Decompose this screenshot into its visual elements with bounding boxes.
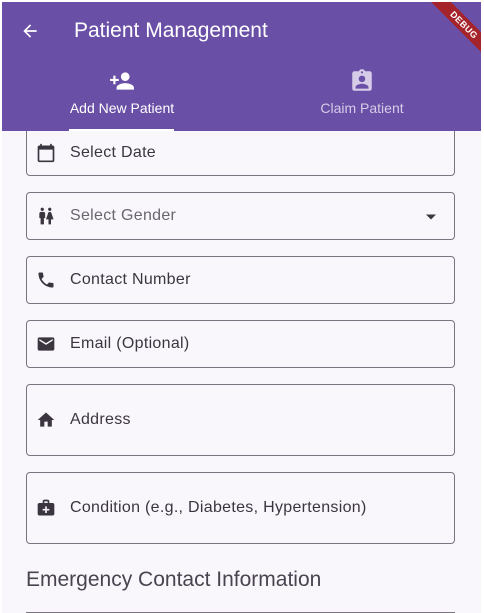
calendar-icon (36, 143, 56, 163)
app-screen: Patient Management DEBUG Add New Patient… (2, 2, 481, 613)
phone-icon (36, 270, 56, 290)
tab-claim-patient-label: Claim Patient (320, 100, 404, 116)
home-icon (36, 410, 56, 430)
address-label: Address (70, 411, 131, 428)
app-bar: Patient Management DEBUG Add New Patient… (2, 2, 481, 131)
medical-bag-icon (36, 498, 56, 518)
tab-indicator (69, 129, 174, 131)
tab-add-new-patient-label: Add New Patient (69, 100, 175, 116)
gender-dropdown[interactable]: Select Gender (26, 192, 455, 240)
date-of-birth-value: Select Date (70, 144, 157, 161)
arrow-back-icon (23, 24, 37, 38)
email-field[interactable]: Email (Optional) (26, 320, 455, 368)
email-icon (36, 334, 56, 354)
wc-icon (36, 206, 56, 226)
address-field[interactable]: Address (26, 384, 455, 456)
email-label: Email (Optional) (70, 335, 190, 352)
tab-add-new-patient[interactable]: Add New Patient (2, 68, 242, 131)
person-add-icon (110, 72, 134, 90)
condition-field[interactable]: Condition (e.g., Diabetes, Hypertension) (26, 472, 455, 544)
debug-banner-label: DEBUG (427, 2, 481, 58)
back-button[interactable] (16, 17, 44, 45)
debug-banner: DEBUG (425, 2, 481, 58)
condition-label: Condition (e.g., Diabetes, Hypertension) (70, 499, 367, 516)
dropdown-arrow-icon (426, 214, 436, 220)
gender-placeholder: Select Gender (70, 207, 177, 224)
emergency-contact-section-title: Emergency Contact Information (26, 568, 322, 591)
contact-number-label: Contact Number (70, 271, 191, 288)
page-title: Patient Management (74, 19, 268, 42)
tab-claim-patient[interactable]: Claim Patient (242, 68, 481, 131)
assignment-ind-icon (352, 69, 372, 91)
contact-number-field[interactable]: Contact Number (26, 256, 455, 304)
